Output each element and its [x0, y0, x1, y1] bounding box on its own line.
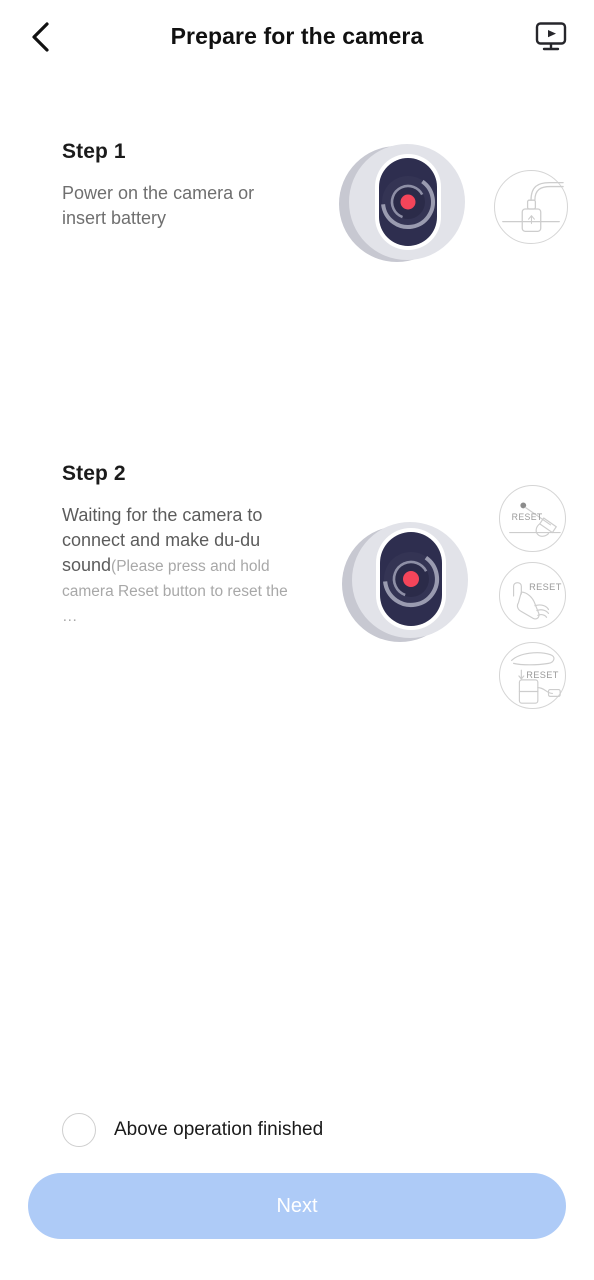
- reset-label: RESET: [512, 512, 543, 522]
- back-button[interactable]: [18, 14, 64, 60]
- reset-device-icon: RESET: [499, 642, 566, 709]
- step-2-text: Step 2 Waiting for the camera to connect…: [0, 462, 300, 628]
- step-2-title: Step 2: [62, 462, 126, 485]
- reset-finger-icon: RESET: [499, 562, 566, 629]
- step-1-title: Step 1: [62, 140, 126, 163]
- page-title: Prepare for the camera: [170, 22, 424, 49]
- next-button[interactable]: Next: [28, 1173, 566, 1239]
- reset-device-glyph: RESET: [511, 652, 561, 704]
- camera-illustration: [342, 522, 468, 642]
- reset-pin-icon: RESET: [499, 485, 566, 552]
- above-operation-finished-checkbox-row[interactable]: Above operation finished: [62, 1113, 323, 1147]
- reset-label: RESET: [529, 582, 562, 592]
- step-1-text: Step 1 Power on the camera or insert bat…: [0, 140, 300, 231]
- reset-pin-glyph: RESET: [509, 502, 561, 537]
- camera-illustration: [339, 144, 465, 262]
- step-1-description: Power on the camera or insert battery: [62, 183, 255, 228]
- step-2-description: Waiting for the camera to connect and ma…: [62, 503, 300, 628]
- camera-illustration-step-2: [338, 516, 474, 648]
- chevron-left-icon: [32, 22, 49, 52]
- checkbox-circle[interactable]: [62, 1113, 96, 1147]
- tutorial-video-button[interactable]: [528, 14, 574, 60]
- app-screen: Prepare for the camera Step 1 Power on t…: [0, 0, 594, 1280]
- camera-illustration-step-1: [337, 138, 469, 270]
- power-adapter-glyph: [502, 182, 564, 232]
- reset-label: RESET: [526, 670, 559, 680]
- checkbox-label: Above operation finished: [114, 1119, 324, 1140]
- power-adapter-icon: [494, 170, 568, 244]
- reset-finger-glyph: RESET: [513, 582, 562, 620]
- video-monitor-play-icon: [535, 22, 567, 51]
- header-bar: Prepare for the camera: [0, 0, 594, 72]
